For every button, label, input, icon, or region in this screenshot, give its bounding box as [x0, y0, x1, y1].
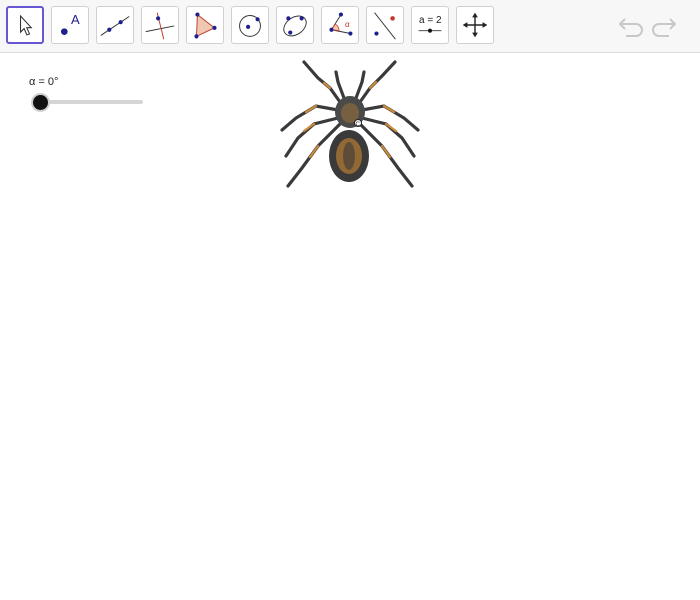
move-arrows-icon [462, 12, 488, 38]
undo-icon [618, 18, 643, 37]
toolbar: A α a = 2 [0, 0, 700, 53]
circle-tool-button[interactable] [231, 6, 269, 44]
cursor-arrow-icon [19, 14, 33, 36]
angle-tool-label: α [345, 20, 350, 29]
angle-slider-knob[interactable] [33, 95, 48, 110]
line-icon [100, 16, 130, 36]
reflect-icon [374, 12, 396, 40]
slider-icon [418, 28, 442, 33]
angle-icon [329, 12, 353, 36]
spider-image[interactable]: C [278, 60, 422, 192]
polygon-icon [194, 12, 217, 39]
redo-icon [652, 18, 677, 37]
perpendicular-line-icon [145, 12, 175, 40]
redo-button[interactable] [651, 12, 681, 42]
angle-slider-track[interactable] [40, 100, 143, 104]
point-tool-button[interactable]: A [51, 6, 89, 44]
polygon-tool-button[interactable] [186, 6, 224, 44]
undo-button[interactable] [614, 12, 644, 42]
circle-icon [239, 15, 261, 37]
ellipse-icon [283, 15, 307, 37]
point-tool-label: A [71, 12, 80, 27]
conic-tool-button[interactable] [276, 6, 314, 44]
perpendicular-line-tool-button[interactable] [141, 6, 179, 44]
reflect-tool-button[interactable] [366, 6, 404, 44]
slider-tool-button[interactable]: a = 2 [411, 6, 449, 44]
angle-slider-label: α = 0° [29, 76, 59, 88]
line-tool-button[interactable] [96, 6, 134, 44]
move-tool-button[interactable] [6, 6, 44, 44]
point-icon [61, 28, 68, 35]
move-graphics-view-tool-button[interactable] [456, 6, 494, 44]
angle-tool-button[interactable]: α [321, 6, 359, 44]
point-label: C [356, 122, 361, 128]
